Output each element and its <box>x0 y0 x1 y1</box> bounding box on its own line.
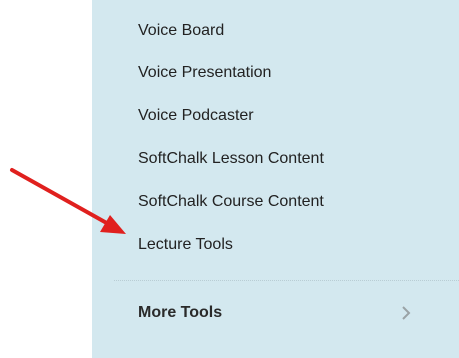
menu-item-softchalk-lesson-content[interactable]: SoftChalk Lesson Content <box>138 149 324 169</box>
menu-item-lecture-tools[interactable]: Lecture Tools <box>138 235 233 255</box>
tools-menu-panel: Voice Board Voice Presentation Voice Pod… <box>92 0 459 358</box>
menu-item-voice-board[interactable]: Voice Board <box>138 21 224 41</box>
more-tools-label: More Tools <box>138 304 223 321</box>
menu-divider <box>114 280 459 281</box>
menu-item-voice-presentation[interactable]: Voice Presentation <box>138 63 271 83</box>
chevron-right-icon <box>402 306 411 320</box>
more-tools-button[interactable]: More Tools <box>138 301 419 325</box>
page: Voice Board Voice Presentation Voice Pod… <box>0 0 459 358</box>
menu-item-voice-podcaster[interactable]: Voice Podcaster <box>138 106 254 126</box>
menu-item-softchalk-course-content[interactable]: SoftChalk Course Content <box>138 192 324 212</box>
